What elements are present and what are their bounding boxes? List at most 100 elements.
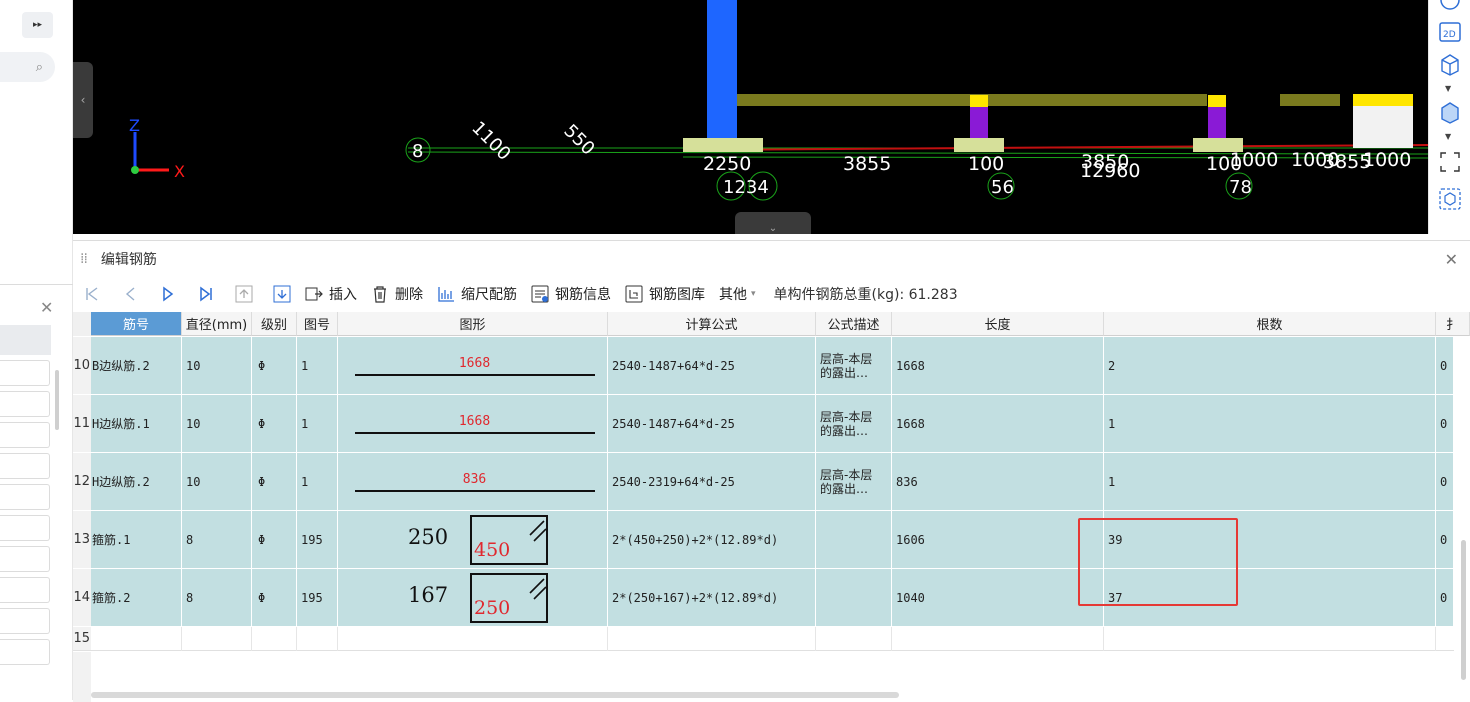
cell-diameter[interactable]: 10	[182, 337, 252, 394]
table-row[interactable]: 10 B边纵筋.2 10 Φ 1 1668 2540-1487+64*d-25 …	[73, 337, 1454, 395]
header-formula-desc[interactable]: 公式描述	[816, 312, 892, 336]
cell-figure-number[interactable]: 1	[297, 337, 338, 394]
header-formula[interactable]: 计算公式	[608, 312, 816, 336]
header-grade[interactable]: 级别	[252, 312, 297, 336]
cell-length[interactable]: 836	[892, 453, 1104, 510]
cell-figure-number[interactable]: 1	[297, 453, 338, 510]
cell-count[interactable]: 2	[1104, 337, 1436, 394]
cell-formula[interactable]: 2*(450+250)+2*(12.89*d)	[608, 511, 816, 568]
cell-formula-desc[interactable]	[816, 511, 892, 568]
cell-grade[interactable]: Φ	[252, 453, 297, 510]
view-3d-button[interactable]	[1438, 52, 1462, 76]
3d-viewport[interactable]: Z X 8 1100 550 2250 3855 100 3850 12960 …	[73, 0, 1428, 234]
cell-bar-number[interactable]: 箍筋.1	[91, 511, 182, 568]
header-shape[interactable]: 图形	[338, 312, 608, 336]
header-figure-number[interactable]: 图号	[297, 312, 338, 336]
view-solid-button[interactable]	[1438, 100, 1462, 124]
delete-button[interactable]: 删除	[371, 284, 423, 304]
next-record-button[interactable]	[159, 285, 177, 303]
collapse-left-button[interactable]: ‹	[73, 62, 93, 138]
table-row[interactable]: 11 H边纵筋.1 10 Φ 1 1668 2540-1487+64*d-25 …	[73, 395, 1454, 453]
left-field[interactable]	[0, 608, 50, 634]
cell-bar-number[interactable]: 箍筋.2	[91, 569, 182, 626]
search-button[interactable]: ⌕	[0, 52, 55, 82]
cell-figure-number[interactable]: 195	[297, 511, 338, 568]
move-down-button[interactable]	[273, 285, 291, 303]
cell-count[interactable]: 1	[1104, 453, 1436, 510]
move-up-button[interactable]	[235, 285, 253, 303]
cell-formula-desc[interactable]	[816, 569, 892, 626]
left-field[interactable]	[0, 515, 50, 541]
caret-down-icon[interactable]: ▼	[1445, 132, 1451, 141]
cell-figure-number[interactable]: 195	[297, 569, 338, 626]
table-row[interactable]: 13 箍筋.1 8 Φ 195 250 450 2*(450+250)+2*(1…	[73, 511, 1454, 569]
horizontal-scrollbar[interactable]	[91, 692, 899, 698]
cell-diameter[interactable]: 8	[182, 511, 252, 568]
cell-extra[interactable]: 0	[1436, 395, 1454, 452]
cell-bar-number[interactable]: H边纵筋.1	[91, 395, 182, 452]
cell-formula-desc[interactable]: 层高-本层 的露出…	[816, 395, 892, 452]
header-more[interactable]: 扌	[1436, 312, 1470, 336]
rebar-info-button[interactable]: 钢筋信息	[531, 284, 611, 304]
other-menu-button[interactable]: 其他 ▾	[719, 284, 756, 304]
cell-diameter[interactable]: 10	[182, 453, 252, 510]
cell-grade[interactable]: Φ	[252, 569, 297, 626]
insert-button[interactable]: 插入	[305, 284, 357, 304]
left-field[interactable]	[0, 484, 50, 510]
cell-diameter[interactable]: 10	[182, 395, 252, 452]
cell-length[interactable]: 1606	[892, 511, 1104, 568]
cell-shape[interactable]: 167 250	[338, 569, 608, 626]
left-field[interactable]	[0, 422, 50, 448]
close-icon[interactable]: ✕	[1445, 250, 1458, 269]
cell-length[interactable]: 1668	[892, 395, 1104, 452]
left-field[interactable]	[0, 360, 50, 386]
cell-length[interactable]: 1668	[892, 337, 1104, 394]
scale-rebar-button[interactable]: 缩尺配筋	[437, 284, 517, 304]
close-icon[interactable]: ✕	[40, 298, 53, 317]
vertical-scrollbar[interactable]	[1461, 540, 1466, 680]
table-row-empty[interactable]: 15	[73, 627, 1454, 651]
cell-figure-number[interactable]: 1	[297, 395, 338, 452]
cell-diameter[interactable]: 8	[182, 569, 252, 626]
table-row[interactable]: 12 H边纵筋.2 10 Φ 1 836 2540-2319+64*d-25 层…	[73, 453, 1454, 511]
left-field[interactable]	[0, 577, 50, 603]
cell-grade[interactable]: Φ	[252, 337, 297, 394]
view-box-button[interactable]	[1438, 187, 1462, 211]
left-scrollbar[interactable]	[55, 370, 59, 430]
left-field[interactable]	[0, 453, 50, 479]
last-record-button[interactable]	[197, 285, 215, 303]
left-field[interactable]	[0, 639, 50, 665]
cell-formula[interactable]: 2540-2319+64*d-25	[608, 453, 816, 510]
left-field[interactable]	[0, 546, 50, 572]
header-diameter[interactable]: 直径(mm)	[182, 312, 252, 336]
cell-shape[interactable]: 1668	[338, 337, 608, 394]
header-bar-number[interactable]: 筋号	[91, 312, 182, 336]
cell-extra[interactable]: 0	[1436, 511, 1454, 568]
header-count[interactable]: 根数	[1104, 312, 1436, 336]
cell-formula-desc[interactable]: 层高-本层 的露出…	[816, 453, 892, 510]
caret-down-icon[interactable]: ▼	[1445, 84, 1451, 93]
cell-grade[interactable]: Φ	[252, 511, 297, 568]
header-length[interactable]: 长度	[892, 312, 1104, 336]
cell-shape[interactable]: 836	[338, 453, 608, 510]
collapse-bottom-button[interactable]: ⌄	[735, 212, 811, 234]
expand-button[interactable]: ▸▸	[22, 12, 53, 38]
first-record-button[interactable]	[83, 285, 101, 303]
cell-bar-number[interactable]: H边纵筋.2	[91, 453, 182, 510]
rebar-library-button[interactable]: 钢筋图库	[625, 284, 705, 304]
drag-handle-icon[interactable]: ⁞⁞	[80, 251, 88, 267]
prev-record-button[interactable]	[121, 285, 139, 303]
cell-extra[interactable]: 0	[1436, 337, 1454, 394]
fullscreen-button[interactable]	[1438, 150, 1462, 174]
cell-formula[interactable]: 2540-1487+64*d-25	[608, 337, 816, 394]
view-nav-button[interactable]	[1438, 0, 1462, 12]
table-row[interactable]: 14 箍筋.2 8 Φ 195 167 250 2*(250+167)+2*(1…	[73, 569, 1454, 627]
left-field[interactable]	[0, 391, 50, 417]
cell-count[interactable]: 1	[1104, 395, 1436, 452]
view-2d-button[interactable]: 2D	[1438, 20, 1462, 44]
cell-formula[interactable]: 2*(250+167)+2*(12.89*d)	[608, 569, 816, 626]
cell-extra[interactable]: 0	[1436, 569, 1454, 626]
cell-extra[interactable]: 0	[1436, 453, 1454, 510]
cell-formula[interactable]: 2540-1487+64*d-25	[608, 395, 816, 452]
cell-shape[interactable]: 1668	[338, 395, 608, 452]
